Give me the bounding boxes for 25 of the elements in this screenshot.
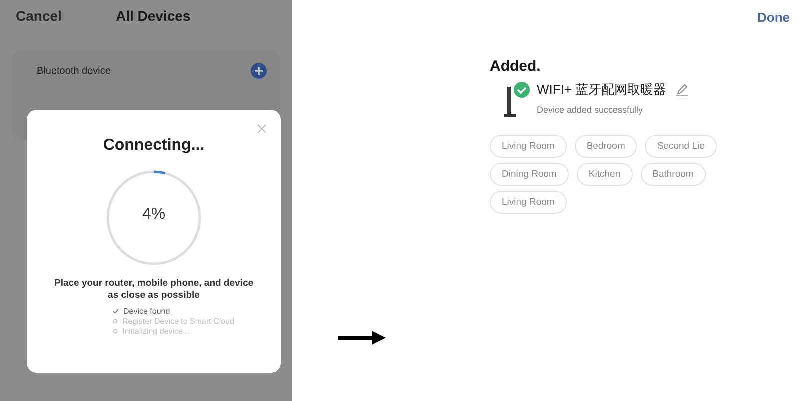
- heading: Added.: [490, 58, 542, 75]
- step-label: Device found: [123, 307, 170, 316]
- done-button[interactable]: Done: [758, 10, 790, 25]
- pencil-icon[interactable]: [674, 83, 689, 97]
- room-chip[interactable]: Living Room: [490, 191, 567, 214]
- step-label: Register Device to Smart Cloud: [122, 317, 235, 326]
- room-chip[interactable]: Living Room: [490, 135, 567, 158]
- room-chip[interactable]: Bedroom: [574, 135, 638, 158]
- step-label: Initializing device...: [122, 327, 190, 336]
- list-item-label[interactable]: Bluetooth device: [37, 66, 111, 76]
- right-arrow-icon: [338, 331, 386, 345]
- cancel-button[interactable]: Cancel: [16, 8, 116, 24]
- room-chip[interactable]: Dining Room: [490, 163, 569, 186]
- heater-check-icon: [503, 81, 533, 119]
- dialog-hint: Place your router, mobile phone, and device as close as possible: [54, 278, 254, 302]
- room-chip[interactable]: Kitchen: [576, 163, 633, 186]
- device-status: Device added successfully: [537, 105, 644, 115]
- add-icon[interactable]: [251, 63, 267, 79]
- room-chip[interactable]: Second Lie: [645, 135, 717, 158]
- screen-title: All Devices: [116, 8, 191, 24]
- device-name: WIFI+ 蓝牙配网取暖器: [537, 81, 667, 99]
- progress-percent: 4%: [141, 206, 167, 224]
- room-chip[interactable]: Bathroom: [640, 163, 706, 186]
- dialog-title: Connecting...: [103, 137, 205, 155]
- close-icon[interactable]: [257, 124, 267, 134]
